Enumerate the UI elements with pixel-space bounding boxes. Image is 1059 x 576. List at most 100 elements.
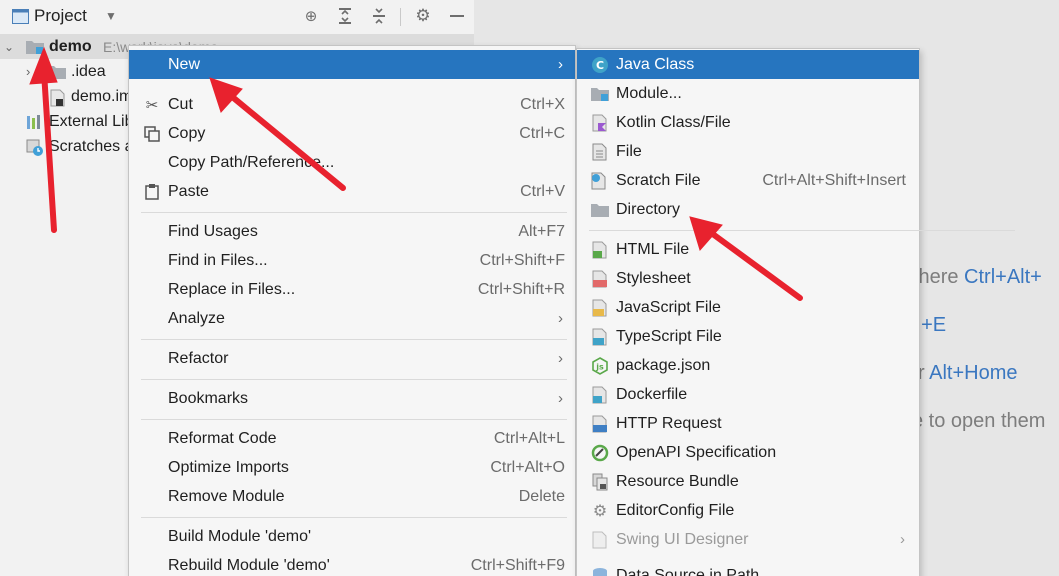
submenu-label: package.json bbox=[616, 356, 711, 374]
chevron-right-icon[interactable]: › bbox=[26, 64, 30, 79]
menu-item-find-in-files[interactable]: Find in Files... Ctrl+Shift+F bbox=[129, 246, 575, 275]
submenu-item-directory[interactable]: Directory bbox=[577, 195, 919, 224]
submenu-label: Data Source in Path bbox=[616, 566, 760, 576]
submenu-item-editorconfig[interactable]: ⚙ EditorConfig File bbox=[577, 496, 919, 525]
tree-label-idea: .idea bbox=[71, 62, 106, 80]
submenu-item-file[interactable]: File bbox=[577, 137, 919, 166]
tree-label-demo: demo bbox=[49, 37, 92, 55]
locate-icon[interactable]: ⊕ bbox=[302, 7, 320, 25]
submenu-item-http-request[interactable]: HTTP Request bbox=[577, 409, 919, 438]
chevron-right-icon: › bbox=[558, 310, 563, 327]
menu-item-cut[interactable]: ✂ Cut Ctrl+X bbox=[129, 90, 575, 119]
submenu-item-javascript[interactable]: JavaScript File bbox=[577, 293, 919, 322]
http-request-icon bbox=[591, 415, 609, 433]
menu-item-refactor[interactable]: Refactor › bbox=[129, 344, 575, 373]
submenu-label: Directory bbox=[616, 200, 681, 218]
submenu-label: HTTP Request bbox=[616, 414, 722, 432]
hint-drop-files: e to open them bbox=[912, 410, 1046, 432]
menu-item-reformat-code[interactable]: Reformat Code Ctrl+Alt+L bbox=[129, 424, 575, 453]
submenu-item-openapi[interactable]: OpenAPI Specification bbox=[577, 438, 919, 467]
context-menu: New › ✂ Cut Ctrl+X Copy Ctrl+C Copy Path… bbox=[128, 45, 576, 576]
menu-label: Find in Files... bbox=[168, 251, 268, 269]
menu-separator bbox=[141, 419, 567, 420]
submenu-item-swing-ui-designer[interactable]: Swing UI Designer › bbox=[577, 525, 919, 554]
menu-label: Reformat Code bbox=[168, 429, 277, 447]
submenu-label: Java Class bbox=[616, 55, 695, 73]
submenu-label: Dockerfile bbox=[616, 385, 688, 403]
scratch-file-icon bbox=[591, 172, 609, 190]
chevron-right-icon: › bbox=[558, 350, 563, 367]
submenu-item-html[interactable]: HTML File bbox=[577, 235, 919, 264]
menu-item-new[interactable]: New › bbox=[129, 50, 575, 79]
expand-all-icon[interactable] bbox=[336, 7, 354, 25]
collapse-all-icon[interactable] bbox=[370, 7, 388, 25]
submenu-item-package-json[interactable]: js package.json bbox=[577, 351, 919, 380]
gear-icon[interactable]: ⚙ bbox=[414, 6, 432, 25]
resource-bundle-icon bbox=[591, 473, 609, 491]
minimize-icon[interactable] bbox=[448, 7, 466, 25]
menu-item-analyze[interactable]: Analyze › bbox=[129, 304, 575, 333]
submenu-item-typescript[interactable]: TypeScript File bbox=[577, 322, 919, 351]
menu-item-find-usages[interactable]: Find Usages Alt+F7 bbox=[129, 217, 575, 246]
submenu-item-module[interactable]: Module... bbox=[577, 79, 919, 108]
submenu-item-data-source[interactable]: Data Source in Path bbox=[577, 561, 919, 576]
java-class-icon: C bbox=[591, 56, 609, 74]
gear-icon: ⚙ bbox=[592, 502, 608, 520]
svg-text:C: C bbox=[596, 59, 604, 72]
menu-label: New bbox=[168, 55, 201, 73]
menu-item-paste[interactable]: Paste Ctrl+V bbox=[129, 177, 575, 206]
submenu-item-resource-bundle[interactable]: Resource Bundle bbox=[577, 467, 919, 496]
menu-item-remove-module[interactable]: Remove Module Delete bbox=[129, 482, 575, 511]
javascript-file-icon bbox=[591, 299, 609, 317]
menu-shortcut: Ctrl+Shift+F9 bbox=[470, 556, 565, 574]
menu-label: Paste bbox=[168, 182, 209, 200]
scratches-icon bbox=[26, 139, 44, 156]
menu-item-rebuild-module[interactable]: Rebuild Module 'demo' Ctrl+Shift+F9 bbox=[129, 551, 575, 576]
kotlin-file-icon bbox=[591, 114, 609, 132]
project-view-selector[interactable]: Project bbox=[34, 6, 87, 26]
menu-label: Find Usages bbox=[168, 222, 258, 240]
menu-separator bbox=[141, 212, 567, 213]
submenu-label: Kotlin Class/File bbox=[616, 113, 731, 131]
menu-item-bookmarks[interactable]: Bookmarks › bbox=[129, 384, 575, 413]
submenu-label: Module... bbox=[616, 84, 682, 102]
submenu-item-scratch-file[interactable]: Scratch File Ctrl+Alt+Shift+Insert bbox=[577, 166, 919, 195]
module-folder-icon bbox=[26, 39, 44, 55]
menu-shortcut: Ctrl+Shift+R bbox=[477, 280, 565, 298]
menu-item-replace-in-files[interactable]: Replace in Files... Ctrl+Shift+R bbox=[129, 275, 575, 304]
submenu-item-kotlin[interactable]: Kotlin Class/File bbox=[577, 108, 919, 137]
menu-shortcut: Ctrl+V bbox=[520, 182, 565, 200]
menu-item-optimize-imports[interactable]: Optimize Imports Ctrl+Alt+O bbox=[129, 453, 575, 482]
header-divider bbox=[400, 8, 401, 26]
menu-shortcut: Delete bbox=[518, 487, 565, 505]
submenu-label: HTML File bbox=[616, 240, 690, 258]
menu-label: Copy Path/Reference... bbox=[168, 153, 335, 171]
menu-item-copy-path[interactable]: Copy Path/Reference... bbox=[129, 148, 575, 177]
docker-file-icon bbox=[591, 386, 609, 404]
database-icon bbox=[591, 567, 609, 576]
submenu-label: Resource Bundle bbox=[616, 472, 739, 490]
menu-separator bbox=[141, 379, 567, 380]
tree-label-demo-iml: demo.iml bbox=[71, 87, 136, 105]
menu-item-build-module[interactable]: Build Module 'demo' bbox=[129, 522, 575, 551]
menu-label: Refactor bbox=[168, 349, 229, 367]
submenu-shortcut: Ctrl+Alt+Shift+Insert bbox=[762, 171, 906, 189]
menu-item-copy[interactable]: Copy Ctrl+C bbox=[129, 119, 575, 148]
css-file-icon bbox=[591, 270, 609, 288]
menu-shortcut: Ctrl+C bbox=[519, 124, 565, 142]
submenu-label: EditorConfig File bbox=[616, 501, 735, 519]
submenu-item-dockerfile[interactable]: Dockerfile bbox=[577, 380, 919, 409]
folder-icon bbox=[48, 64, 66, 80]
submenu-item-java-class[interactable]: C Java Class bbox=[577, 50, 919, 79]
menu-shortcut: Ctrl+X bbox=[520, 95, 565, 113]
chevron-right-icon: › bbox=[558, 56, 563, 73]
submenu-label: Swing UI Designer bbox=[616, 530, 749, 548]
chevron-down-icon[interactable]: ⌄ bbox=[4, 40, 14, 54]
menu-label: Cut bbox=[168, 95, 193, 113]
project-window-icon bbox=[11, 7, 29, 25]
libraries-icon bbox=[26, 114, 44, 130]
submenu-item-stylesheet[interactable]: Stylesheet bbox=[577, 264, 919, 293]
menu-label: Build Module 'demo' bbox=[168, 527, 312, 545]
menu-separator bbox=[141, 517, 567, 518]
chevron-down-icon[interactable]: ▼ bbox=[102, 7, 120, 25]
